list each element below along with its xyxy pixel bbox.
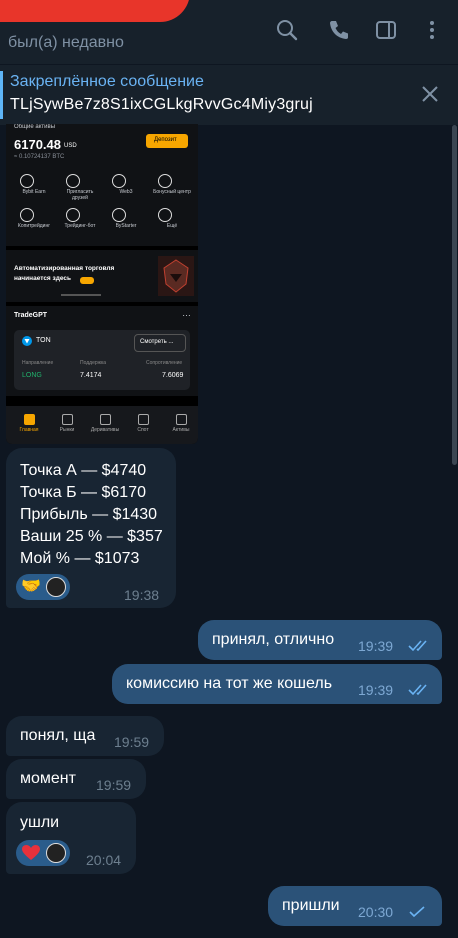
contact-status: был(а) недавно xyxy=(8,34,124,51)
shortcut-label: Пригласить друзей xyxy=(66,189,94,201)
message-bubble-outgoing[interactable]: комиссию на тот же кошель 19:39 xyxy=(112,664,442,704)
assets-icon[interactable] xyxy=(176,414,187,425)
reaction-handshake[interactable]: 🤝 xyxy=(16,574,70,600)
message-text: пришли xyxy=(282,897,340,914)
shortcut-label: Ещё xyxy=(166,223,178,229)
ton-logo-icon xyxy=(22,336,32,346)
bot-icon[interactable] xyxy=(66,208,80,222)
message-time: 19:39 xyxy=(358,638,394,654)
more-icon[interactable]: … xyxy=(182,308,191,318)
more-icon[interactable] xyxy=(158,208,172,222)
avatar xyxy=(46,577,66,597)
reaction-heart[interactable] xyxy=(16,840,70,866)
shortcut-label: ByStarter xyxy=(115,223,137,229)
message-bubble-incoming[interactable]: ушли 20:04 xyxy=(6,802,136,874)
double-check-icon xyxy=(408,684,427,696)
tradegpt-card: TON Смотреть ... Направление Поддержка С… xyxy=(14,330,190,390)
message-image[interactable]: Общие активы 6170.48 USD ≈ 0.10724137 BT… xyxy=(6,124,198,444)
redacted-contact-name xyxy=(0,0,190,22)
message-time: 19:39 xyxy=(358,682,394,698)
message-text: Точка А — $4740 Точка Б — $6170 Прибыль … xyxy=(20,462,163,567)
carousel-indicator xyxy=(61,294,101,296)
pinned-title: Закреплённое сообщение xyxy=(10,73,204,90)
promo-banner[interactable]: Автоматизированная торговля начинается з… xyxy=(6,250,198,302)
total-assets-label: Общие активы xyxy=(14,124,56,130)
copytrade-icon[interactable] xyxy=(20,208,34,222)
tradegpt-section: TradeGPT … TON Смотреть ... Направление … xyxy=(6,306,198,396)
bystarter-icon[interactable] xyxy=(112,208,126,222)
shortcut-label: Копитрейдинг xyxy=(17,223,51,229)
pinned-indicator xyxy=(0,71,3,119)
message-time: 19:59 xyxy=(114,734,150,750)
pinned-message-bar[interactable]: Закреплённое сообщение TLjSywBe7z8S1ixCG… xyxy=(0,64,458,125)
chat-header: был(а) недавно xyxy=(0,0,458,64)
message-text: ушли xyxy=(20,814,60,831)
home-icon[interactable] xyxy=(24,414,35,425)
invite-icon[interactable] xyxy=(66,174,80,188)
message-text: понял, ща xyxy=(20,727,96,744)
message-text: комиссию на тот же кошель xyxy=(126,675,333,692)
shortcut-label: Bybit Earn xyxy=(22,189,46,195)
shortcut-label: Бонусный центр xyxy=(153,189,191,195)
nav-label: Деривативы xyxy=(90,427,120,433)
bonus-icon[interactable] xyxy=(158,174,172,188)
close-icon[interactable] xyxy=(420,84,440,104)
message-time: 20:30 xyxy=(358,904,394,920)
phone-icon[interactable] xyxy=(327,18,351,42)
view-button[interactable]: Смотреть ... xyxy=(134,334,186,352)
shortcut-label: Web3 xyxy=(119,189,133,195)
shortcut-label: Трейдинг-бот xyxy=(64,223,96,229)
message-bubble-incoming[interactable]: момент 19:59 xyxy=(6,759,146,799)
message-text: момент xyxy=(20,770,76,787)
sidebar-toggle-icon[interactable] xyxy=(374,18,398,42)
spot-icon[interactable] xyxy=(138,414,149,425)
helmet-image xyxy=(158,256,194,296)
message-bubble-outgoing[interactable]: принял, отлично 19:39 xyxy=(198,620,442,660)
assets-section: Общие активы 6170.48 USD ≈ 0.10724137 BT… xyxy=(6,124,198,246)
message-bubble-outgoing[interactable]: пришли 20:30 xyxy=(268,886,442,926)
message-bubble-incoming[interactable]: Точка А — $4740 Точка Б — $6170 Прибыль … xyxy=(6,448,176,608)
heart-icon xyxy=(22,845,40,860)
web3-icon[interactable] xyxy=(112,174,126,188)
handshake-icon: 🤝 xyxy=(21,576,41,595)
pinned-text: TLjSywBe7z8S1ixCGLkgRvvGc4Miy3gruj xyxy=(10,96,313,113)
earn-icon[interactable] xyxy=(20,174,34,188)
markets-icon[interactable] xyxy=(62,414,73,425)
message-bubble-incoming[interactable]: понял, ща 19:59 xyxy=(6,716,164,756)
btc-value: ≈ 0.10724137 BTC xyxy=(14,154,65,160)
nav-label: Рынки xyxy=(59,427,75,433)
balance-currency: USD xyxy=(64,143,77,149)
derivatives-icon[interactable] xyxy=(100,414,111,425)
message-time: 19:38 xyxy=(124,587,160,603)
deposit-button[interactable]: Депозит xyxy=(146,134,188,148)
message-time: 20:04 xyxy=(86,852,122,868)
avatar xyxy=(46,843,66,863)
nav-label: Активы xyxy=(172,427,190,433)
scrollbar[interactable] xyxy=(452,125,457,465)
check-icon xyxy=(409,906,425,918)
app-bottom-nav: Главная Рынки Деривативы Спот Активы xyxy=(6,406,198,444)
message-time: 19:59 xyxy=(96,777,132,793)
balance-value: 6170.48 xyxy=(14,137,61,152)
message-text: принял, отлично xyxy=(212,631,335,648)
more-options-icon[interactable] xyxy=(420,18,444,42)
nav-label: Спот xyxy=(137,427,149,433)
search-icon[interactable] xyxy=(275,18,299,42)
nav-label: Главная xyxy=(19,427,39,433)
promo-arrow-button[interactable] xyxy=(80,277,94,284)
double-check-icon xyxy=(408,640,427,652)
